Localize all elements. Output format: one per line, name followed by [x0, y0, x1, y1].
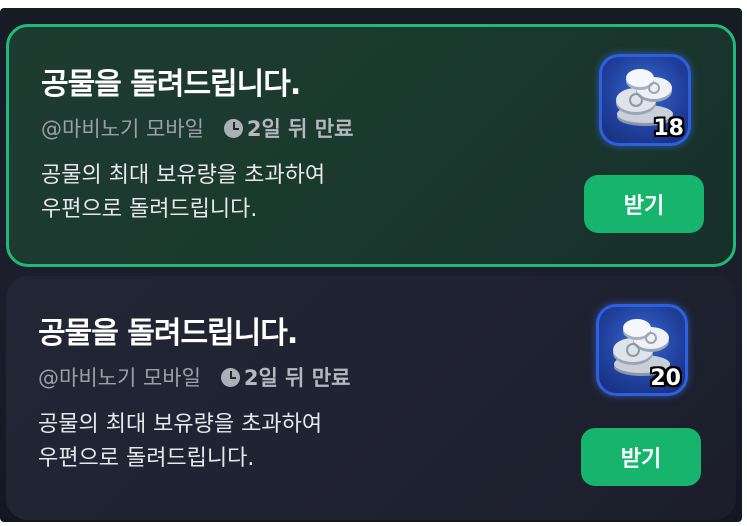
mail-title: 공물을 돌려드립니다. — [41, 67, 301, 102]
mail-sender: @마비노기 모바일 — [41, 117, 204, 141]
item-count: 18 — [653, 116, 684, 141]
mail-expiry: 2일 뒤 만료 — [246, 117, 354, 141]
mail-item[interactable]: 공물을 돌려드립니다. @마비노기 모바일 2일 뒤 만료 공물의 최대 보유량… — [6, 276, 736, 520]
mail-body-line: 우편으로 돌려드립니다. — [38, 446, 255, 471]
clock-icon — [220, 367, 240, 387]
mail-body-line: 공물의 최대 보유량을 초과하여 — [38, 412, 323, 437]
reward-item[interactable]: 18 — [599, 54, 691, 146]
mailbox-panel: 공물을 돌려드립니다. @마비노기 모바일 2일 뒤 만료 공물의 최대 보유량… — [0, 8, 742, 522]
reward-item[interactable]: 20 — [596, 304, 688, 396]
mail-expiry: 2일 뒤 만료 — [243, 366, 351, 390]
mail-meta: @마비노기 모바일 2일 뒤 만료 — [38, 362, 350, 392]
mail-title: 공물을 돌려드립니다. — [38, 316, 298, 351]
clock-icon — [223, 118, 243, 138]
mail-meta: @마비노기 모바일 2일 뒤 만료 — [41, 113, 353, 143]
item-count: 20 — [650, 366, 681, 391]
mail-body-line: 우편으로 돌려드립니다. — [41, 197, 258, 222]
mail-item[interactable]: 공물을 돌려드립니다. @마비노기 모바일 2일 뒤 만료 공물의 최대 보유량… — [6, 24, 736, 267]
mail-body-line: 공물의 최대 보유량을 초과하여 — [41, 163, 326, 188]
claim-button[interactable]: 받기 — [581, 428, 701, 486]
mail-sender: @마비노기 모바일 — [38, 366, 201, 390]
claim-button[interactable]: 받기 — [584, 175, 704, 233]
